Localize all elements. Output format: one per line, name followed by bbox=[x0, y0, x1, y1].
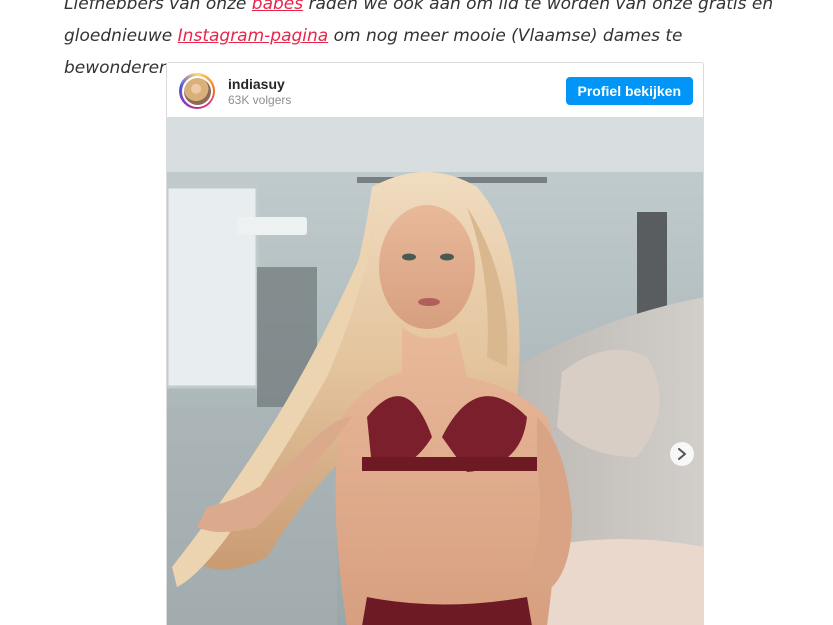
intro-text-3: gloednieuwe bbox=[64, 26, 178, 46]
instagram-embed: indiasuy 63K volgers Profiel bekijken bbox=[166, 62, 704, 625]
post-photo[interactable] bbox=[167, 117, 703, 625]
babes-link[interactable]: babes bbox=[252, 0, 303, 14]
chevron-right-icon bbox=[678, 448, 686, 460]
avatar bbox=[181, 75, 213, 107]
avatar-ring[interactable] bbox=[179, 73, 215, 109]
intro-text-1: Liefhebbers van onze bbox=[64, 0, 252, 14]
follower-count: 63K volgers bbox=[228, 93, 292, 107]
instagram-page-link[interactable]: Instagram-pagina bbox=[178, 26, 329, 46]
embed-header: indiasuy 63K volgers Profiel bekijken bbox=[167, 63, 703, 117]
intro-text-2: raden we ook aan om lid te worden van on… bbox=[303, 0, 774, 14]
view-profile-button[interactable]: Profiel bekijken bbox=[565, 77, 693, 105]
photo-illustration bbox=[167, 117, 703, 625]
username[interactable]: indiasuy bbox=[228, 76, 285, 92]
next-slide-button[interactable] bbox=[670, 442, 694, 466]
